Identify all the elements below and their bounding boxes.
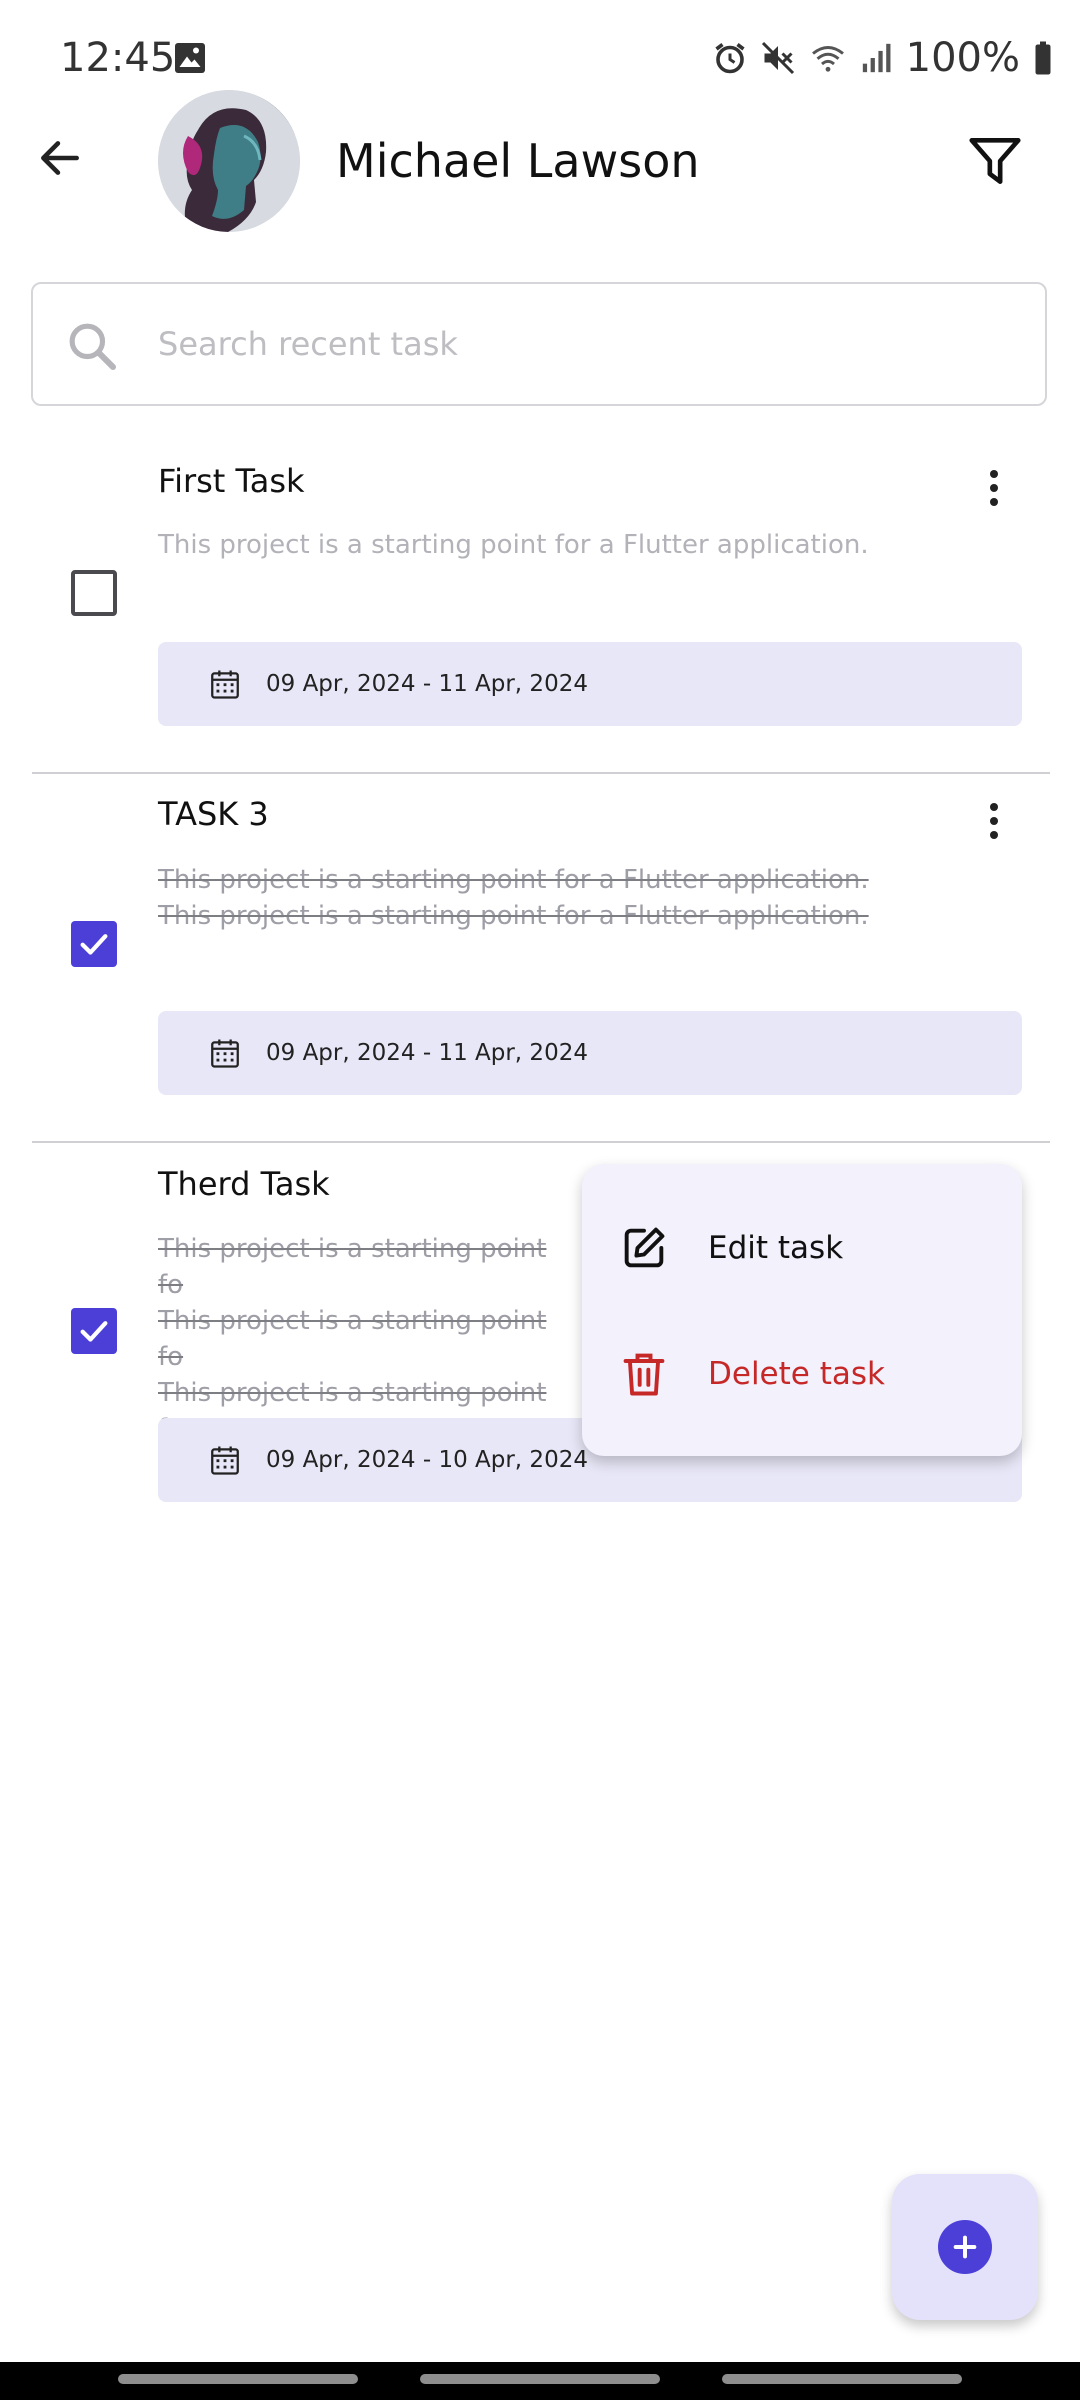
task-checkbox[interactable] bbox=[71, 921, 117, 967]
battery-icon bbox=[1035, 41, 1051, 75]
back-arrow-icon bbox=[41, 141, 79, 175]
delete-task-menu-item[interactable]: Delete task bbox=[582, 1314, 1022, 1434]
task-date-range: 09 Apr, 2024 - 11 Apr, 2024 bbox=[266, 1040, 588, 1066]
calendar-icon bbox=[211, 1446, 239, 1475]
plus-icon bbox=[953, 2235, 977, 2259]
task-date-range: 09 Apr, 2024 - 11 Apr, 2024 bbox=[266, 671, 588, 697]
task-checkbox[interactable] bbox=[71, 570, 117, 616]
task-description: This project is a starting point for a F… bbox=[158, 865, 869, 931]
delete-task-label: Delete task bbox=[708, 1356, 885, 1392]
signal-icon bbox=[862, 43, 891, 73]
edit-task-label: Edit task bbox=[708, 1230, 844, 1266]
search-input[interactable] bbox=[158, 312, 1008, 376]
mute-icon bbox=[761, 41, 794, 75]
filter-icon bbox=[969, 138, 1021, 184]
wifi-icon bbox=[811, 46, 844, 72]
nav-back-pill[interactable] bbox=[722, 2374, 962, 2384]
back-button[interactable] bbox=[26, 124, 94, 192]
gallery-icon bbox=[175, 43, 205, 73]
check-icon bbox=[80, 934, 108, 955]
task-divider bbox=[32, 772, 1050, 774]
task-title: Therd Task bbox=[158, 1165, 330, 1203]
task-date-range: 09 Apr, 2024 - 10 Apr, 2024 bbox=[266, 1447, 588, 1473]
task-date-bar: 09 Apr, 2024 - 11 Apr, 2024 bbox=[158, 1011, 1022, 1095]
add-task-button[interactable] bbox=[892, 2174, 1038, 2320]
task-description: This project is a starting point fo This… bbox=[158, 1234, 547, 1444]
edit-icon bbox=[624, 1227, 665, 1268]
filter-button[interactable] bbox=[958, 124, 1032, 198]
task-description: This project is a starting point for a F… bbox=[158, 530, 869, 560]
trash-icon bbox=[623, 1353, 665, 1396]
more-vert-icon bbox=[990, 470, 998, 506]
more-vert-icon bbox=[990, 803, 998, 839]
search-icon bbox=[69, 323, 117, 371]
check-icon bbox=[80, 1321, 108, 1342]
status-time: 12:45 bbox=[60, 35, 176, 81]
task-divider bbox=[32, 1141, 1050, 1143]
task-checkbox[interactable] bbox=[71, 1308, 117, 1354]
nav-recent-pill[interactable] bbox=[118, 2374, 358, 2384]
nav-home-pill[interactable] bbox=[420, 2374, 660, 2384]
avatar[interactable] bbox=[158, 90, 300, 232]
user-name: Michael Lawson bbox=[336, 134, 700, 188]
calendar-icon bbox=[211, 670, 239, 699]
task-title: First Task bbox=[158, 462, 305, 500]
task-date-bar: 09 Apr, 2024 - 11 Apr, 2024 bbox=[158, 642, 1022, 726]
calendar-icon bbox=[211, 1039, 239, 1068]
add-icon-circle bbox=[938, 2220, 992, 2274]
task-more-button[interactable] bbox=[969, 791, 1019, 851]
task-more-button[interactable] bbox=[969, 458, 1019, 518]
avatar-portrait bbox=[158, 90, 300, 232]
task-title: TASK 3 bbox=[158, 795, 269, 833]
status-icons: 100% bbox=[712, 30, 1054, 86]
alarm-icon bbox=[715, 43, 745, 74]
battery-percent: 100% bbox=[905, 35, 1020, 81]
task-options-menu: Edit task Delete task bbox=[582, 1164, 1022, 1456]
edit-task-menu-item[interactable]: Edit task bbox=[582, 1188, 1022, 1308]
